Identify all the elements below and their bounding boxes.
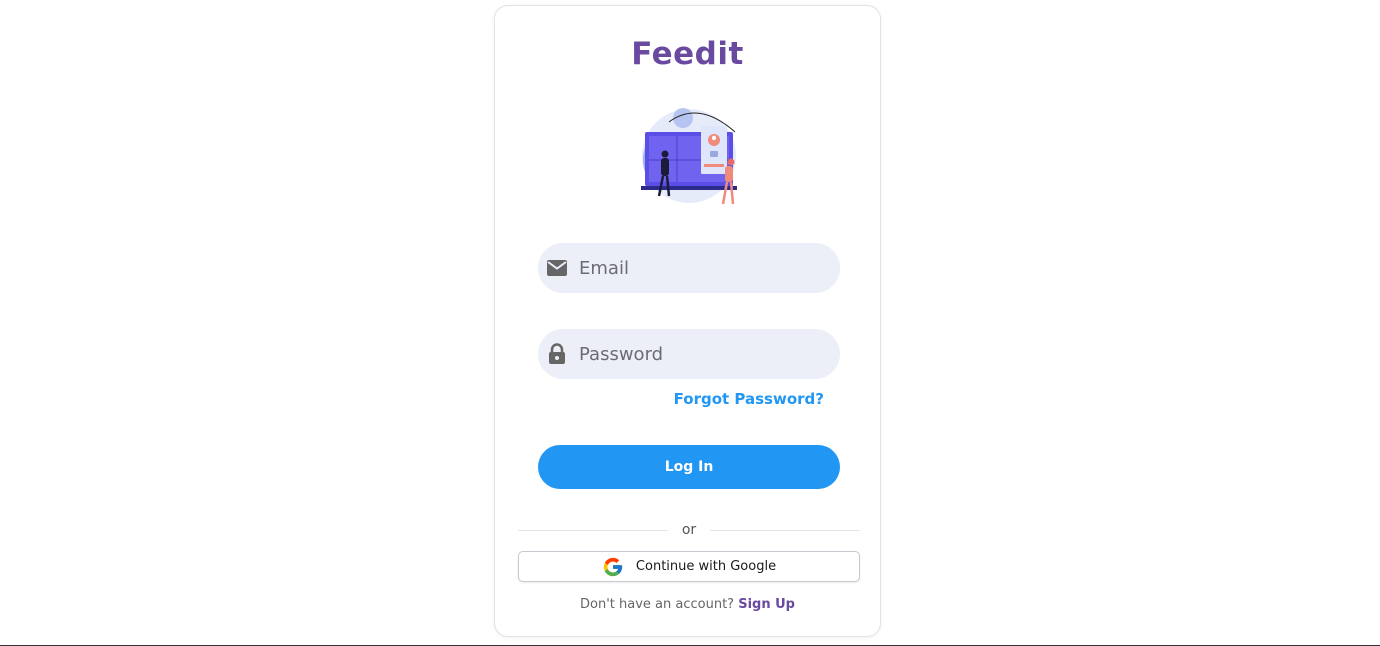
signup-prompt-text: Don't have an account? — [580, 597, 735, 612]
divider-line-left — [518, 529, 668, 531]
google-button-label: Continue with Google — [635, 559, 777, 574]
password-field[interactable] — [538, 329, 840, 379]
login-button[interactable]: Log In — [538, 445, 840, 489]
mail-icon — [546, 257, 568, 279]
email-input[interactable] — [577, 256, 821, 280]
lock-icon — [546, 343, 568, 365]
signup-link[interactable]: Sign Up — [738, 597, 795, 612]
login-page: Feedit Email Forgot Password? Log In or … — [0, 0, 1380, 646]
divider-label: or — [681, 522, 697, 538]
login-card: Feedit Email Forgot Password? Log In or … — [494, 5, 881, 637]
google-icon — [602, 556, 624, 578]
email-field[interactable] — [538, 243, 840, 293]
app-logo-title: Feedit — [631, 36, 744, 72]
continue-with-google-button[interactable]: Continue with Google — [518, 551, 860, 582]
signup-prompt-row: Don't have an account? Sign Up — [495, 597, 880, 612]
forgot-password-link[interactable]: Forgot Password? — [674, 390, 824, 408]
or-divider: or — [518, 521, 861, 539]
login-security-illustration — [639, 102, 743, 206]
divider-line-right — [710, 529, 861, 531]
password-input[interactable] — [577, 342, 821, 366]
